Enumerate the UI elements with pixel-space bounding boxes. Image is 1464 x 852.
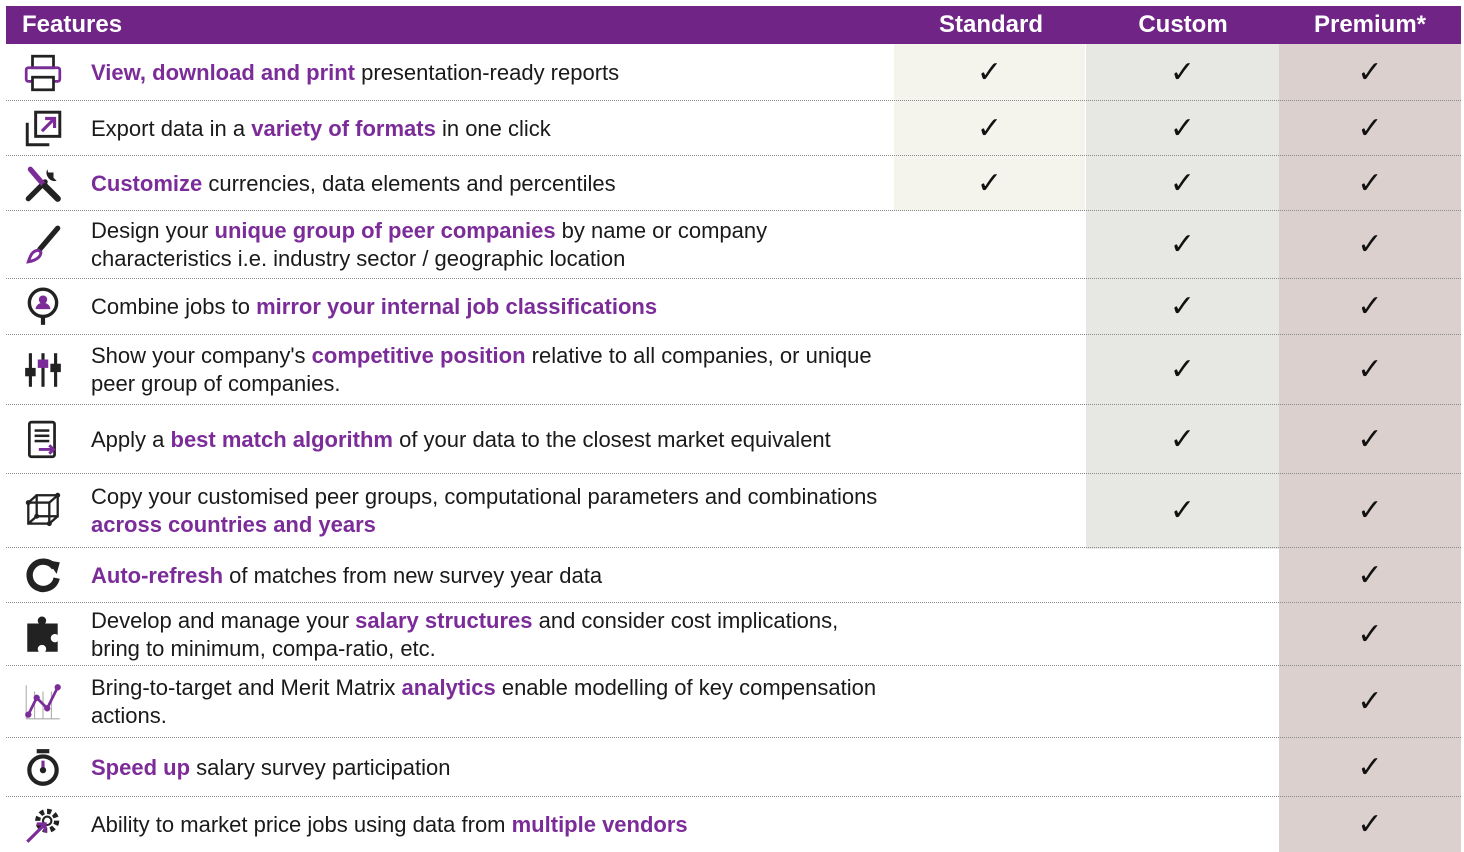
- feature-description: Develop and manage your salary structure…: [91, 607, 881, 663]
- feature-description: Ability to market price jobs using data …: [91, 811, 881, 839]
- custom-checkmark: ✓: [1169, 289, 1196, 324]
- feature-text: of your data to the closest market equiv…: [392, 426, 831, 452]
- table-row: Apply a best match algorithm of your dat…: [0, 405, 1464, 474]
- table-row: View, download and print presentation-re…: [0, 44, 1464, 101]
- table-row: Copy your customised peer groups, comput…: [0, 474, 1464, 548]
- feature-text: salary survey participation: [190, 754, 451, 780]
- feature-text: Ability to market price jobs using data …: [91, 811, 512, 837]
- custom-checkmark: ✓: [1169, 165, 1196, 201]
- premium-checkmark: ✓: [1357, 227, 1383, 262]
- table-row: Ability to market price jobs using data …: [0, 797, 1464, 852]
- feature-text: Apply a: [91, 426, 171, 452]
- table-row: Show your company's competitive position…: [0, 335, 1464, 405]
- feature-highlight: Speed up: [91, 754, 191, 780]
- feature-text: Bring-to-target and Merit Matrix: [91, 675, 402, 700]
- table-row: Combine jobs to mirror your internal job…: [0, 279, 1464, 335]
- header-custom: Custom: [1138, 11, 1228, 38]
- table-row: Bring-to-target and Merit Matrix analyti…: [0, 666, 1464, 738]
- premium-checkmark: ✓: [1357, 493, 1383, 528]
- premium-checkmark: ✓: [1357, 165, 1383, 201]
- person-icon: [18, 286, 68, 328]
- feature-highlight: mirror your internal job classifications: [256, 294, 658, 319]
- feature-highlight: competitive position: [311, 343, 526, 368]
- feature-description: Auto-refresh of matches from new survey …: [91, 562, 881, 590]
- table-row: Customize currencies, data elements and …: [0, 156, 1464, 211]
- feature-highlight: Auto-refresh: [91, 562, 224, 588]
- premium-checkmark: ✓: [1357, 749, 1383, 785]
- premium-checkmark: ✓: [1357, 557, 1383, 593]
- feature-description: Customize currencies, data elements and …: [91, 170, 881, 198]
- line-chart-icon: [18, 681, 68, 723]
- premium-checkmark: ✓: [1357, 289, 1383, 324]
- feature-description: Bring-to-target and Merit Matrix analyti…: [91, 674, 881, 730]
- feature-description: Combine jobs to mirror your internal job…: [91, 293, 881, 321]
- premium-checkmark: ✓: [1357, 110, 1383, 146]
- paintbrush-icon: [18, 224, 68, 266]
- custom-checkmark: ✓: [1169, 493, 1196, 528]
- gear-arrow-icon: [18, 804, 68, 846]
- feature-text: in one click: [435, 115, 551, 141]
- premium-checkmark: ✓: [1357, 421, 1383, 457]
- standard-checkmark: ✓: [976, 54, 1003, 90]
- feature-description: View, download and print presentation-re…: [91, 59, 881, 87]
- feature-highlight: Customize: [91, 170, 203, 196]
- feature-description: Design your unique group of peer compani…: [91, 217, 881, 273]
- header-premium: Premium*: [1313, 11, 1427, 38]
- table-row: Design your unique group of peer compani…: [0, 211, 1464, 279]
- feature-text: Design your: [91, 218, 215, 243]
- feature-text: of matches from new survey year data: [223, 562, 603, 588]
- feature-description: Show your company's competitive position…: [91, 342, 881, 398]
- feature-highlight: salary structures: [355, 607, 533, 633]
- tools-icon: [18, 163, 68, 205]
- premium-checkmark: ✓: [1357, 352, 1383, 387]
- feature-description: Copy your customised peer groups, comput…: [91, 483, 881, 539]
- feature-highlight: variety of formats: [251, 115, 436, 141]
- premium-checkmark: ✓: [1357, 806, 1383, 842]
- cube-network-icon: [18, 490, 68, 532]
- feature-description: Speed up salary survey participation: [91, 754, 881, 782]
- table-row: Speed up salary survey participation ✓: [0, 738, 1464, 797]
- premium-checkmark: ✓: [1357, 684, 1383, 719]
- table-row: Develop and manage your salary structure…: [0, 603, 1464, 666]
- table-header: Features Standard Custom Premium*: [6, 6, 1461, 44]
- puzzle-icon: [18, 614, 68, 656]
- header-features: Features: [22, 11, 123, 38]
- custom-checkmark: ✓: [1169, 421, 1196, 457]
- feature-text: Develop and manage your: [91, 607, 356, 633]
- feature-highlight: analytics: [401, 675, 496, 700]
- standard-checkmark: ✓: [976, 110, 1003, 146]
- document-arrow-icon: [18, 419, 68, 461]
- feature-text: Export data in a: [91, 115, 252, 141]
- feature-text: Combine jobs to: [91, 294, 257, 319]
- custom-checkmark: ✓: [1169, 110, 1196, 146]
- feature-text: Show your company's: [91, 343, 312, 368]
- table-row: Auto-refresh of matches from new survey …: [0, 548, 1464, 603]
- custom-checkmark: ✓: [1169, 352, 1196, 387]
- header-standard: Standard: [938, 11, 1043, 38]
- standard-checkmark: ✓: [976, 165, 1003, 201]
- premium-checkmark: ✓: [1357, 54, 1383, 90]
- table-row: Export data in a variety of formats in o…: [0, 101, 1464, 156]
- stopwatch-icon: [18, 747, 68, 789]
- feature-highlight: unique group of peer companies: [214, 218, 556, 243]
- sliders-icon: [18, 349, 68, 391]
- feature-text: presentation-ready reports: [355, 59, 620, 85]
- feature-description: Export data in a variety of formats in o…: [91, 115, 881, 143]
- custom-checkmark: ✓: [1169, 227, 1196, 262]
- custom-checkmark: ✓: [1169, 54, 1196, 90]
- feature-highlight: multiple vendors: [511, 811, 688, 837]
- feature-highlight: View, download and print: [91, 59, 356, 85]
- feature-text: Copy your customised peer groups, comput…: [91, 484, 878, 509]
- export-icon: [18, 108, 68, 150]
- premium-checkmark: ✓: [1357, 616, 1383, 652]
- printer-icon: [18, 52, 68, 94]
- feature-text: currencies, data elements and percentile…: [202, 170, 616, 196]
- feature-description: Apply a best match algorithm of your dat…: [91, 426, 881, 454]
- refresh-icon: [18, 555, 68, 597]
- feature-highlight: best match algorithm: [170, 426, 393, 452]
- feature-highlight: across countries and years: [91, 512, 376, 537]
